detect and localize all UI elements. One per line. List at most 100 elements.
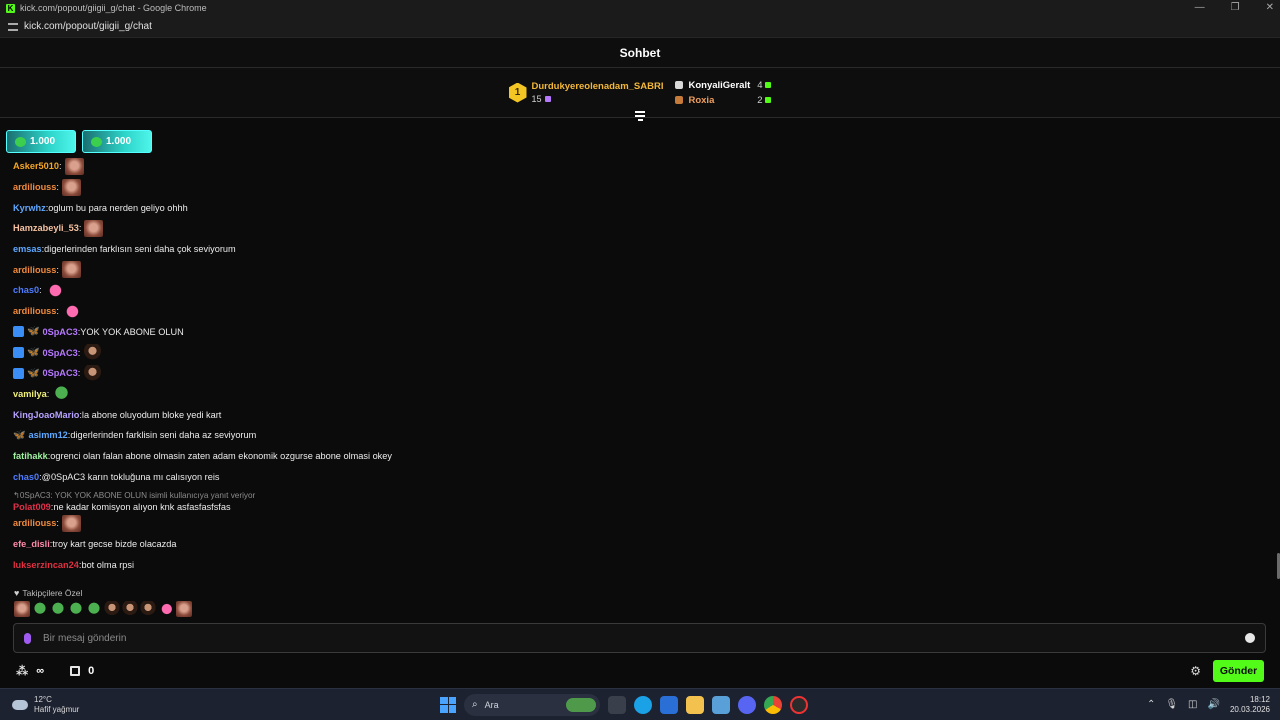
windows-start-icon[interactable] xyxy=(440,696,456,713)
store-icon[interactable] xyxy=(70,665,81,676)
channel-points-icon[interactable]: ⁂ xyxy=(16,664,28,678)
chevron-up-icon[interactable]: ⌃ xyxy=(1147,699,1155,710)
address-bar[interactable]: kick.com/popout/giigii_g/chat xyxy=(0,16,1280,38)
chat-message[interactable]: Kyrwhz: oglum bu para nerden geliyo ohhh xyxy=(13,197,1267,218)
message-text: ogrenci olan falan abone olmasin zaten a… xyxy=(50,450,392,461)
emoji-picker-icon[interactable] xyxy=(1245,633,1255,643)
chat-message[interactable]: emsas: digerlerinden farklısın seni daha… xyxy=(13,239,1267,260)
weather-widget[interactable]: 12°C Hafif yağmur xyxy=(12,695,79,715)
chat-username[interactable]: 0SpAC3 xyxy=(42,367,77,379)
emote-icon[interactable] xyxy=(64,157,84,175)
emote-icon[interactable] xyxy=(83,344,103,362)
quick-emote-icon[interactable] xyxy=(104,601,120,617)
emote-icon[interactable] xyxy=(61,261,81,279)
chat-message[interactable]: ardiliouss: xyxy=(13,513,1267,534)
chat-message[interactable]: Polat009: ne kadar komisyon alıyon knk a… xyxy=(13,501,1267,513)
close-icon[interactable]: ✕ xyxy=(1266,0,1274,16)
url-text: kick.com/popout/giigii_g/chat xyxy=(24,21,152,32)
restore-icon[interactable]: ❐ xyxy=(1231,0,1240,16)
chat-message[interactable]: 🦋 0SpAC3: xyxy=(13,363,1267,384)
quick-emote-icon[interactable] xyxy=(32,601,48,617)
emote-icon[interactable] xyxy=(44,281,64,299)
emote-icon[interactable] xyxy=(84,219,104,237)
rain-cloud-icon xyxy=(12,699,28,710)
pinned-gift[interactable]: 1.000 xyxy=(82,130,152,153)
chat-message[interactable]: Asker5010: xyxy=(13,156,1267,177)
emote-icon[interactable] xyxy=(83,364,103,382)
quick-emote-icon[interactable] xyxy=(14,601,30,617)
chat-username[interactable]: asimm12 xyxy=(28,429,67,441)
send-button[interactable]: Gönder xyxy=(1213,659,1264,682)
chat-username[interactable]: chas0 xyxy=(13,284,39,296)
volume-icon[interactable]: 🔊 xyxy=(1208,699,1220,710)
chat-username[interactable]: emsas xyxy=(13,243,42,255)
chat-username[interactable]: ardiliouss xyxy=(13,181,56,193)
emote-icon[interactable] xyxy=(61,514,81,532)
chat-username[interactable]: vamilya xyxy=(13,388,47,400)
chat-username[interactable]: Kyrwhz xyxy=(13,202,46,214)
chat-input-box[interactable] xyxy=(13,623,1266,653)
quick-emote-icon[interactable] xyxy=(68,601,84,617)
chat-username[interactable]: 0SpAC3 xyxy=(42,347,77,359)
quick-emote-icon[interactable] xyxy=(86,601,102,617)
site-settings-icon[interactable] xyxy=(8,22,18,31)
chat-message[interactable]: 🦋 0SpAC3: YOK YOK ABONE OLUN xyxy=(13,322,1267,343)
chat-username[interactable]: lukserzincan24 xyxy=(13,559,79,571)
obs-icon[interactable] xyxy=(790,695,808,714)
chat-username[interactable]: ardiliouss xyxy=(13,305,56,317)
pinned-gift[interactable]: 1.000 xyxy=(6,130,76,153)
chat-message[interactable]: lukserzincan24: bot olma rpsi xyxy=(13,554,1267,575)
chat-username[interactable]: efe_disli xyxy=(13,538,50,550)
emote-icon[interactable] xyxy=(61,178,81,196)
network-icon[interactable]: ◫ xyxy=(1188,699,1197,710)
chat-message[interactable]: 🦋 0SpAC3: xyxy=(13,342,1267,363)
microphone-tray-icon[interactable]: 🎙 xyxy=(1165,699,1178,710)
leaderboard-row[interactable]: Roxia 2 xyxy=(675,95,772,106)
minimize-icon[interactable]: — xyxy=(1195,0,1205,16)
chat-message[interactable]: chas0: @0SpAC3 karın tokluğuna mı calısı… xyxy=(13,466,1267,487)
chat-message[interactable]: ardiliouss: xyxy=(13,177,1267,198)
discord-icon[interactable] xyxy=(738,695,756,714)
chat-message[interactable]: chas0: xyxy=(13,280,1267,301)
chat-messages[interactable]: 1.000 1.000 Asker5010: ardiliouss: Kyrwh… xyxy=(0,119,1280,622)
quick-emote-icon[interactable] xyxy=(176,601,192,617)
quick-emote-icon[interactable] xyxy=(158,601,174,617)
chat-message[interactable]: ardiliouss: xyxy=(13,301,1267,322)
chat-username[interactable]: ardiliouss xyxy=(13,264,56,276)
quick-emote-icon[interactable] xyxy=(140,601,156,617)
edge-icon[interactable] xyxy=(634,695,652,714)
chat-message[interactable]: ardiliouss: xyxy=(13,259,1267,280)
gear-icon[interactable]: ⚙ xyxy=(1190,664,1201,678)
chrome-icon[interactable] xyxy=(764,695,782,714)
emote-icon[interactable] xyxy=(52,385,72,403)
quick-emote-icon[interactable] xyxy=(50,601,66,617)
settings-app-icon[interactable] xyxy=(712,695,730,714)
chat-username[interactable]: fatihakk xyxy=(13,450,48,462)
chat-username[interactable]: Hamzabeyli_53 xyxy=(13,222,79,234)
chat-message[interactable]: Hamzabeyli_53: xyxy=(13,218,1267,239)
store-app-icon[interactable] xyxy=(660,695,678,714)
chat-username[interactable]: Asker5010 xyxy=(13,160,59,172)
chat-message[interactable]: efe_disli: troy kart gecse bizde olacazd… xyxy=(13,534,1267,555)
taskbar-search[interactable]: ⌕ Ara xyxy=(464,693,600,716)
chat-message[interactable]: KingJoaoMario: la abone oluyodum bloke y… xyxy=(13,404,1267,425)
bronze-medal-icon xyxy=(675,96,684,104)
chat-message[interactable]: vamilya: xyxy=(13,384,1267,405)
chat-username[interactable]: Polat009 xyxy=(13,501,51,513)
chat-message-input[interactable] xyxy=(43,632,1245,644)
emote-icon[interactable] xyxy=(61,302,81,320)
task-view-icon[interactable] xyxy=(608,695,626,714)
chat-message[interactable]: 🦋 asimm12: digerlerinden farklisin seni d… xyxy=(13,425,1267,446)
chat-username[interactable]: KingJoaoMario xyxy=(13,409,79,421)
leaderboard-row[interactable]: KonyaliGeralt 4 xyxy=(675,80,772,91)
chat-username[interactable]: ardiliouss xyxy=(13,517,56,529)
microphone-icon[interactable] xyxy=(24,632,31,644)
file-explorer-icon[interactable] xyxy=(686,695,704,714)
reply-reference[interactable]: ↰ 0SpAC3: YOK YOK ABONE OLUN isimli kull… xyxy=(13,489,1267,501)
chat-message[interactable]: fatihakk: ogrenci olan falan abone olmas… xyxy=(13,446,1267,467)
quick-emote-icon[interactable] xyxy=(122,601,138,617)
chat-username[interactable]: chas0 xyxy=(13,471,39,483)
leaderboard-first[interactable]: 1 Durdukyereolenadam_SABRI 15 xyxy=(508,81,663,104)
chat-username[interactable]: 0SpAC3 xyxy=(42,326,77,338)
clock[interactable]: 18:12 20.03.2026 xyxy=(1230,695,1270,715)
